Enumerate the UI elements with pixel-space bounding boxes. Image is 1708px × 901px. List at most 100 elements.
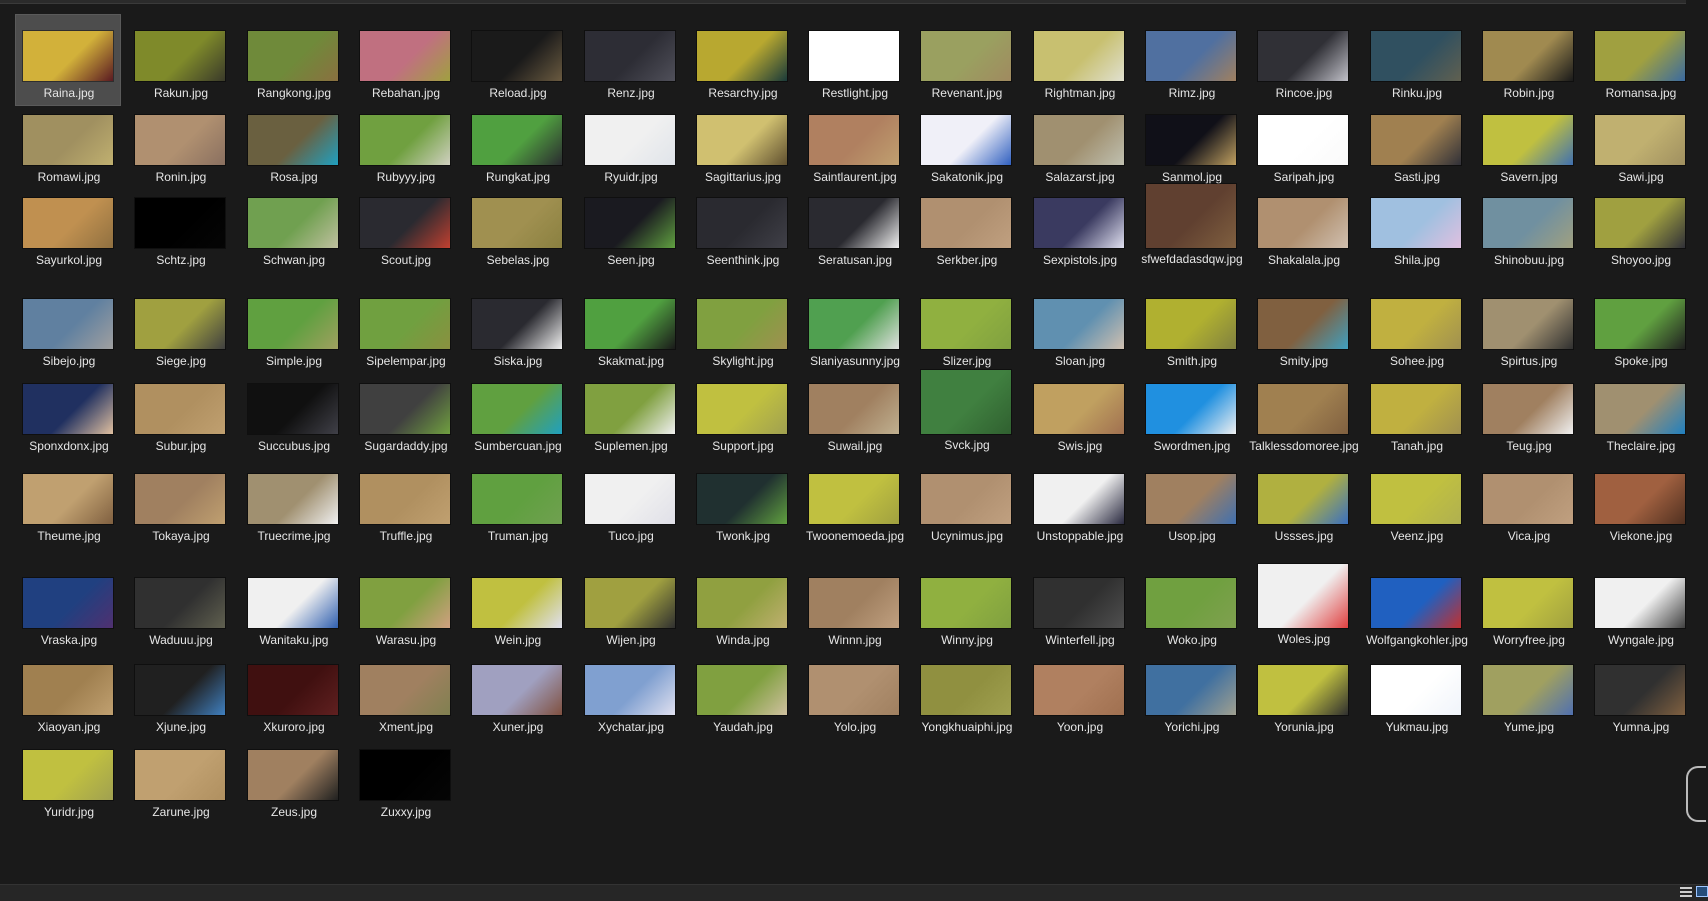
- file-item[interactable]: Scout.jpg: [352, 181, 458, 282]
- file-item[interactable]: Swordmen.jpg: [1138, 367, 1244, 457]
- file-item[interactable]: Yukmau.jpg: [1363, 648, 1469, 734]
- file-item[interactable]: Theume.jpg: [15, 457, 121, 561]
- details-view-icon[interactable]: [1680, 886, 1692, 897]
- file-item[interactable]: Swis.jpg: [1026, 367, 1132, 457]
- file-item[interactable]: Viekone.jpg: [1587, 457, 1693, 561]
- file-item[interactable]: Zuxxy.jpg: [352, 733, 458, 819]
- file-item[interactable]: Xment.jpg: [352, 648, 458, 734]
- file-item[interactable]: Sasti.jpg: [1363, 98, 1469, 184]
- file-item[interactable]: Woles.jpg: [1250, 561, 1356, 648]
- file-item[interactable]: Sakatonik.jpg: [913, 98, 1019, 184]
- file-item[interactable]: Teug.jpg: [1475, 367, 1581, 457]
- vertical-scrollbar[interactable]: [1686, 0, 1708, 884]
- file-item[interactable]: Ronin.jpg: [127, 98, 233, 184]
- file-item[interactable]: Xjune.jpg: [127, 648, 233, 734]
- file-item[interactable]: Rimz.jpg: [1138, 14, 1244, 100]
- file-item[interactable]: Sumbercuan.jpg: [464, 367, 570, 457]
- file-item[interactable]: Salazarst.jpg: [1026, 98, 1132, 184]
- file-item[interactable]: Rosa.jpg: [240, 98, 346, 184]
- file-item[interactable]: Simple.jpg: [240, 282, 346, 368]
- file-item[interactable]: Skylight.jpg: [689, 282, 795, 368]
- file-item[interactable]: Shila.jpg: [1363, 181, 1469, 282]
- file-item[interactable]: Woko.jpg: [1138, 561, 1244, 648]
- file-item[interactable]: Yorunia.jpg: [1250, 648, 1356, 734]
- file-item[interactable]: Romansa.jpg: [1587, 14, 1693, 100]
- file-item[interactable]: Rebahan.jpg: [352, 14, 458, 100]
- file-item[interactable]: Suplemen.jpg: [577, 367, 683, 457]
- file-item[interactable]: Unstoppable.jpg: [1026, 457, 1132, 561]
- file-item[interactable]: Wein.jpg: [464, 561, 570, 648]
- file-item[interactable]: Savern.jpg: [1475, 98, 1581, 184]
- file-item[interactable]: Vica.jpg: [1475, 457, 1581, 561]
- file-item[interactable]: Winterfell.jpg: [1026, 561, 1132, 648]
- file-item[interactable]: Raina.jpg: [15, 14, 121, 106]
- file-item[interactable]: Truman.jpg: [464, 457, 570, 561]
- file-item[interactable]: Schwan.jpg: [240, 181, 346, 282]
- file-item[interactable]: Vraska.jpg: [15, 561, 121, 648]
- file-item[interactable]: Usop.jpg: [1138, 457, 1244, 561]
- file-item[interactable]: Sanmol.jpg: [1138, 98, 1244, 184]
- file-item[interactable]: Rangkong.jpg: [240, 14, 346, 100]
- file-item[interactable]: Sayurkol.jpg: [15, 181, 121, 282]
- file-item[interactable]: Sponxdonx.jpg: [15, 367, 121, 457]
- file-item[interactable]: Sagittarius.jpg: [689, 98, 795, 184]
- file-item[interactable]: Twoonemoeda.jpg: [801, 457, 907, 561]
- file-item[interactable]: Renz.jpg: [577, 14, 683, 100]
- file-item[interactable]: Wanitaku.jpg: [240, 561, 346, 648]
- file-item[interactable]: Yuridr.jpg: [15, 733, 121, 819]
- file-item[interactable]: Xuner.jpg: [464, 648, 570, 734]
- file-item[interactable]: Waduuu.jpg: [127, 561, 233, 648]
- file-item[interactable]: Saintlaurent.jpg: [801, 98, 907, 184]
- file-item[interactable]: Zarune.jpg: [127, 733, 233, 819]
- scrollbar-thumb[interactable]: [1686, 766, 1706, 822]
- file-item[interactable]: sfwefdadasdqw.jpg: [1138, 181, 1244, 282]
- file-item[interactable]: Yorichi.jpg: [1138, 648, 1244, 734]
- file-item[interactable]: Zeus.jpg: [240, 733, 346, 819]
- file-item[interactable]: Yume.jpg: [1475, 648, 1581, 734]
- file-item[interactable]: Yongkhuaiphi.jpg: [913, 648, 1019, 734]
- file-item[interactable]: Warasu.jpg: [352, 561, 458, 648]
- file-item[interactable]: Seenthink.jpg: [689, 181, 795, 282]
- file-item[interactable]: Rightman.jpg: [1026, 14, 1132, 100]
- file-item[interactable]: Worryfree.jpg: [1475, 561, 1581, 648]
- file-item[interactable]: Ussses.jpg: [1250, 457, 1356, 561]
- file-item[interactable]: Yoon.jpg: [1026, 648, 1132, 734]
- file-item[interactable]: Support.jpg: [689, 367, 795, 457]
- file-item[interactable]: Truecrime.jpg: [240, 457, 346, 561]
- file-item[interactable]: Ryuidr.jpg: [577, 98, 683, 184]
- file-item[interactable]: Tanah.jpg: [1363, 367, 1469, 457]
- file-item[interactable]: Serkber.jpg: [913, 181, 1019, 282]
- file-item[interactable]: Ucynimus.jpg: [913, 457, 1019, 561]
- file-item[interactable]: Yumna.jpg: [1587, 648, 1693, 734]
- file-item[interactable]: Rincoe.jpg: [1250, 14, 1356, 100]
- file-item[interactable]: Shinobuu.jpg: [1475, 181, 1581, 282]
- file-item[interactable]: Slaniyasunny.jpg: [801, 282, 907, 368]
- file-item[interactable]: Resarchy.jpg: [689, 14, 795, 100]
- file-item[interactable]: Siege.jpg: [127, 282, 233, 368]
- file-item[interactable]: Winda.jpg: [689, 561, 795, 648]
- file-item[interactable]: Shoyoo.jpg: [1587, 181, 1693, 282]
- file-item[interactable]: Tuco.jpg: [577, 457, 683, 561]
- file-item[interactable]: Robin.jpg: [1475, 14, 1581, 100]
- file-item[interactable]: Siska.jpg: [464, 282, 570, 368]
- file-item[interactable]: Smith.jpg: [1138, 282, 1244, 368]
- file-item[interactable]: Truffle.jpg: [352, 457, 458, 561]
- large-icons-view-icon[interactable]: [1696, 886, 1708, 897]
- file-item[interactable]: Revenant.jpg: [913, 14, 1019, 100]
- file-item[interactable]: Smity.jpg: [1250, 282, 1356, 368]
- file-item[interactable]: Seratusan.jpg: [801, 181, 907, 282]
- file-item[interactable]: Skakmat.jpg: [577, 282, 683, 368]
- file-item[interactable]: Schtz.jpg: [127, 181, 233, 282]
- file-item[interactable]: Rungkat.jpg: [464, 98, 570, 184]
- file-item[interactable]: Winnn.jpg: [801, 561, 907, 648]
- file-item[interactable]: Slizer.jpg: [913, 282, 1019, 368]
- file-item[interactable]: Sugardaddy.jpg: [352, 367, 458, 457]
- file-item[interactable]: Subur.jpg: [127, 367, 233, 457]
- file-item[interactable]: Theclaire.jpg: [1587, 367, 1693, 457]
- file-item[interactable]: Wyngale.jpg: [1587, 561, 1693, 648]
- file-item[interactable]: Wolfgangkohler.jpg: [1363, 561, 1469, 648]
- file-item[interactable]: Sibejo.jpg: [15, 282, 121, 368]
- file-item[interactable]: Yaudah.jpg: [689, 648, 795, 734]
- file-item[interactable]: Seen.jpg: [577, 181, 683, 282]
- file-item[interactable]: Veenz.jpg: [1363, 457, 1469, 561]
